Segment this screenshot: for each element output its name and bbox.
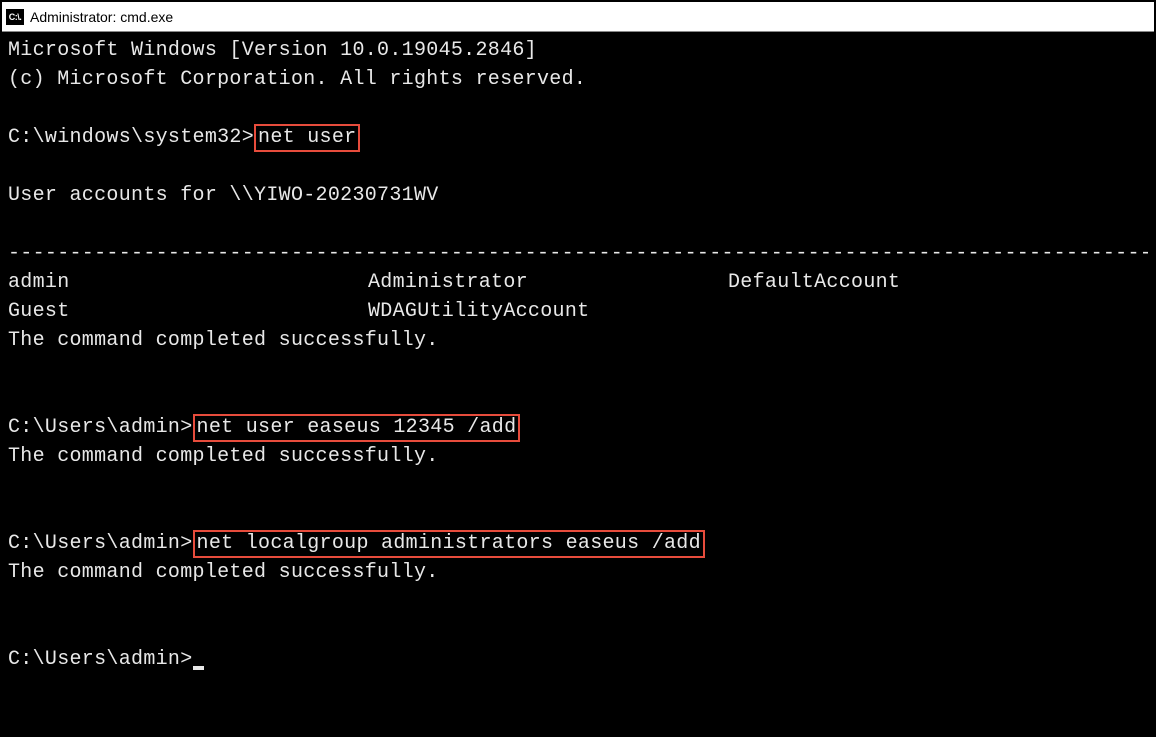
titlebar[interactable]: C:\. Administrator: cmd.exe [2,2,1154,32]
user-admin: admin [8,268,368,297]
user-wdag: WDAGUtilityAccount [368,297,728,326]
success-1: The command completed successfully. [8,329,439,352]
accounts-header: User accounts for \\YIWO-20230731WV [8,184,439,207]
prompt-3: C:\Users\admin> [8,532,193,555]
user-row-2: GuestWDAGUtilityAccount [8,297,1148,326]
success-3: The command completed successfully. [8,561,439,584]
cmd-window: C:\. Administrator: cmd.exe Microsoft Wi… [0,0,1156,737]
user-defaultaccount: DefaultAccount [728,268,1148,297]
prompt-2: C:\Users\admin> [8,416,193,439]
user-guest: Guest [8,297,368,326]
user-administrator: Administrator [368,268,728,297]
prompt-1: C:\windows\system32> [8,126,254,149]
success-2: The command completed successfully. [8,445,439,468]
version-line: Microsoft Windows [Version 10.0.19045.28… [8,39,537,62]
command-2-highlight: net user easeus 12345 /add [193,414,521,442]
command-1-highlight: net user [254,124,360,152]
user-row-1: adminAdministratorDefaultAccount [8,268,1148,297]
command-3-highlight: net localgroup administrators easeus /ad… [193,530,705,558]
copyright-line: (c) Microsoft Corporation. All rights re… [8,68,586,91]
prompt-4: C:\Users\admin> [8,648,193,671]
terminal-area[interactable]: Microsoft Windows [Version 10.0.19045.28… [2,32,1154,735]
cmd-icon: C:\. [6,9,24,25]
divider-line: ----------------------------------------… [8,239,1148,268]
cursor [193,666,204,670]
window-title: Administrator: cmd.exe [30,9,173,25]
